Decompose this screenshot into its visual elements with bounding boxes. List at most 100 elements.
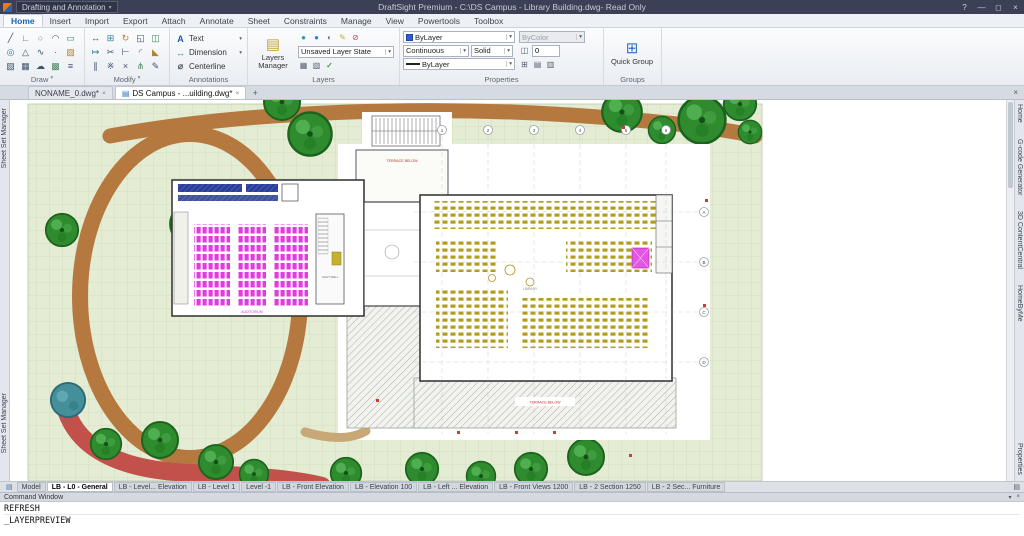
scale-icon[interactable]: ◱ — [133, 31, 148, 45]
dimension-button[interactable]: ↔ Dimension ▾ — [173, 46, 244, 59]
chevron-down-icon[interactable]: ▾ — [138, 75, 141, 84]
float-panel-icon[interactable]: ▾ — [1008, 494, 1011, 501]
layer-off-icon[interactable]: ⊘ — [350, 32, 361, 43]
line-weight-dropdown[interactable]: ByLayer ▾ — [403, 58, 515, 70]
tab-annotate[interactable]: Annotate — [193, 14, 241, 27]
command-window-header[interactable]: Command Window ▾ × — [0, 493, 1024, 502]
ellipse-icon[interactable]: ◎ — [3, 45, 18, 59]
transparency-icon[interactable]: ◫ — [519, 45, 530, 56]
fillet-icon[interactable]: ◜ — [133, 45, 148, 59]
layer-lock-icon[interactable]: ◐ — [324, 32, 335, 43]
layer-preview-icon[interactable]: ▦ — [298, 60, 309, 71]
chamfer-icon[interactable]: ◣ — [148, 45, 163, 59]
offset-icon[interactable]: ∥ — [88, 59, 103, 73]
spline-icon[interactable]: ∿ — [33, 45, 48, 59]
bycolor-dropdown[interactable]: ByColor ▾ — [519, 31, 585, 43]
sheet-tab-lb-2-sec-furniture[interactable]: LB - 2 Sec... Furniture — [647, 482, 725, 492]
doc-tab-noname[interactable]: NONAME_0.dwg* × — [28, 86, 113, 99]
point-icon[interactable]: ∙ — [48, 45, 63, 59]
new-document-button[interactable]: + — [248, 87, 262, 99]
close-icon[interactable]: × — [1016, 494, 1020, 501]
scrollbar-thumb[interactable] — [1008, 102, 1013, 188]
split-icon[interactable]: ⋔ — [133, 59, 148, 73]
tab-home[interactable]: Home — [3, 14, 43, 27]
tab-attach[interactable]: Attach — [155, 14, 193, 27]
match-properties-icon[interactable]: ⊞ — [519, 59, 530, 70]
tab-toolbox[interactable]: Toolbox — [467, 14, 510, 27]
circle-icon[interactable]: ○ — [33, 31, 48, 45]
delete-icon[interactable]: × — [118, 59, 133, 73]
panel-tab-3d-contentcentral[interactable]: 3D ContentCentral — [1016, 211, 1023, 269]
sheet-set-manager-tab[interactable]: Sheet Set Manager — [1, 393, 8, 453]
doc-tab-ds-campus[interactable]: ▤ DS Campus - ...uilding.dwg* × — [115, 86, 246, 99]
sheet-tab-lb-left-elevation[interactable]: LB - Left ... Elevation — [418, 482, 493, 492]
quick-group-button[interactable]: ⊞ Quick Group — [607, 31, 657, 75]
sheet-tab-lb-level-1[interactable]: LB - Level 1 — [193, 482, 240, 492]
close-icon[interactable]: × — [235, 90, 239, 97]
tab-insert[interactable]: Insert — [43, 14, 78, 27]
panel-tab-properties[interactable]: Properties — [1016, 443, 1023, 475]
layers-manager-button[interactable]: ▤ Layers Manager — [251, 31, 295, 75]
panel-tab-homebyme[interactable]: HomeByMe — [1016, 285, 1023, 322]
mirror-icon[interactable]: ◫ — [148, 31, 163, 45]
line-icon[interactable]: ╱ — [3, 31, 18, 45]
sheet-options-icon[interactable]: ▤ — [1013, 483, 1020, 491]
layer-state-dropdown[interactable]: Unsaved Layer State ▾ — [298, 46, 394, 58]
table-icon[interactable]: ▦ — [18, 59, 33, 73]
line-style-dropdown[interactable]: Continuous ▾ — [403, 45, 469, 57]
copy-icon[interactable]: ⊞ — [103, 31, 118, 45]
close-document-icon[interactable]: × — [1013, 88, 1018, 97]
pattern-icon[interactable]: ≡ — [63, 59, 78, 73]
canvas-vertical-scrollbar[interactable] — [1006, 100, 1014, 481]
layer-isolate-icon[interactable]: ▧ — [311, 60, 322, 71]
sheet-tab-lb-l0-general[interactable]: LB - L0 - General — [47, 482, 113, 492]
tab-view[interactable]: View — [379, 14, 411, 27]
sheet-tab-lb-2-section-1250[interactable]: LB - 2 Section 1250 — [574, 482, 646, 492]
polygon-icon[interactable]: △ — [18, 45, 33, 59]
tab-powertools[interactable]: Powertools — [411, 14, 467, 27]
drawing-canvas[interactable]: TERRACE BELOW TERRACE BELOW — [10, 100, 1006, 481]
sheet-tab-lb-elevation-100[interactable]: LB - Elevation 100 — [350, 482, 417, 492]
tab-constraints[interactable]: Constraints — [277, 14, 334, 27]
tab-sheet[interactable]: Sheet — [241, 14, 277, 27]
help-button[interactable]: ? — [956, 1, 973, 14]
sheet-set-manager-tab[interactable]: Sheet Set Manager — [1, 108, 8, 168]
sheet-tab-model[interactable]: Model — [17, 482, 46, 492]
region-icon[interactable]: ▧ — [3, 59, 18, 73]
sheet-tab-lb-level-elevation[interactable]: LB - Level... Elevation — [114, 482, 192, 492]
centerline-button[interactable]: ⌀ Centerline — [173, 60, 244, 73]
panel-tab-gcode-generator[interactable]: G-code Generator — [1016, 139, 1023, 195]
rotate-icon[interactable]: ↻ — [118, 31, 133, 45]
hatch-icon[interactable]: ▨ — [63, 45, 78, 59]
hatch-style-dropdown[interactable]: Solid ▾ — [471, 45, 513, 57]
line-color-dropdown[interactable]: ByLayer ▾ — [403, 31, 515, 43]
layer-freeze-icon[interactable]: ● — [311, 32, 322, 43]
sheet-list-icon[interactable]: ▤ — [6, 483, 13, 491]
move-icon[interactable]: ↔ — [88, 31, 103, 45]
workspace-dropdown[interactable]: Drafting and Annotation ▾ — [16, 1, 118, 13]
panel-tab-home[interactable]: Home — [1016, 104, 1023, 123]
tab-manage[interactable]: Manage — [334, 14, 379, 27]
annotation-scale-icon[interactable]: ▥ — [545, 59, 556, 70]
properties-panel-icon[interactable]: ▤ — [532, 59, 543, 70]
layer-edit-icon[interactable]: ✎ — [337, 32, 348, 43]
tab-export[interactable]: Export — [116, 14, 155, 27]
maximize-button[interactable]: ◻ — [990, 1, 1007, 14]
layer-on-icon[interactable]: ● — [298, 32, 309, 43]
trim-icon[interactable]: ✂ — [103, 45, 118, 59]
explode-icon[interactable]: ※ — [103, 59, 118, 73]
polyline-icon[interactable]: ∟ — [18, 31, 33, 45]
edit-polyline-icon[interactable]: ✎ — [148, 59, 163, 73]
rectangle-icon[interactable]: ▭ — [63, 31, 78, 45]
close-button[interactable]: × — [1007, 1, 1024, 14]
close-icon[interactable]: × — [102, 90, 106, 97]
text-button[interactable]: A Text ▾ — [173, 32, 244, 45]
sheet-tab-lb-front-elevation[interactable]: LB - Front Elevation — [277, 482, 349, 492]
mask-icon[interactable]: ▩ — [48, 59, 63, 73]
layer-apply-icon[interactable]: ✓ — [324, 60, 335, 71]
revision-cloud-icon[interactable]: ☁ — [33, 59, 48, 73]
chevron-down-icon[interactable]: ▾ — [50, 75, 53, 84]
extend-icon[interactable]: ⊢ — [118, 45, 133, 59]
minimize-button[interactable]: — — [973, 1, 990, 14]
command-history[interactable]: REFRESH _LAYERPREVIEW — [0, 502, 1024, 536]
